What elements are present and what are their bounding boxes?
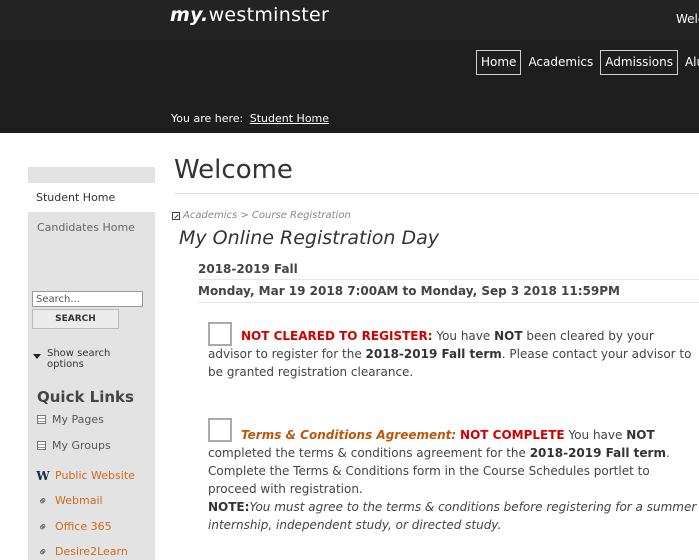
show-search-options-label: Show search options — [47, 348, 111, 370]
quick-link-label: Webmail — [55, 494, 103, 507]
quick-link-my-pages[interactable]: My Pages — [37, 413, 104, 426]
clearance-status-message: NOT CLEARED TO REGISTER: You have NOT be… — [208, 329, 692, 379]
portlet-title: My Online Registration Day — [179, 227, 439, 249]
triangle-down-icon — [33, 354, 41, 359]
page-icon — [37, 441, 46, 450]
nav-home[interactable]: Home — [476, 50, 522, 75]
external-link-icon — [172, 211, 180, 220]
search-button[interactable]: SEARCH — [32, 309, 119, 329]
quick-link-label: Public Website — [55, 469, 135, 482]
show-search-options[interactable]: Show search options — [33, 348, 143, 370]
term-label: 2018-2019 Fall — [198, 262, 298, 276]
site-logo[interactable]: my.westminster — [170, 4, 329, 26]
portlet-breadcrumb-text: Academics > Course Registration — [183, 210, 351, 221]
breadcrumb: You are here: Student Home — [171, 112, 329, 125]
header-top-band — [0, 0, 699, 40]
quick-link-public-website[interactable]: W Public Website — [36, 468, 135, 483]
nav-alumni[interactable]: Alumn — [680, 50, 699, 75]
quick-link-office-365[interactable]: ⚭ Office 365 — [34, 517, 112, 536]
divider — [198, 302, 699, 303]
quick-link-desire2learn[interactable]: ⚭ Desire2Learn — [34, 542, 128, 560]
link-icon: ⚭ — [34, 491, 52, 510]
title-divider — [174, 193, 699, 194]
quick-link-label: Desire2Learn — [55, 545, 128, 558]
w-icon: W — [36, 468, 50, 483]
breadcrumb-link-student-home[interactable]: Student Home — [250, 112, 329, 125]
welcome-user-text: Welc — [676, 12, 699, 26]
terms-status-message: Terms & Conditions Agreement: NOT COMPLE… — [208, 428, 670, 496]
quick-link-webmail[interactable]: ⚭ Webmail — [34, 491, 103, 510]
link-icon: ⚭ — [34, 517, 52, 536]
nav-admissions[interactable]: Admissions — [600, 50, 678, 75]
terms-note: NOTE:You must agree to the terms & condi… — [208, 500, 697, 532]
quick-link-label: My Groups — [52, 439, 111, 452]
main-nav: Home Academics Admissions Alumn — [476, 50, 699, 76]
quick-link-my-groups[interactable]: My Groups — [37, 439, 111, 452]
search-input[interactable] — [32, 291, 143, 307]
quick-link-label: Office 365 — [55, 520, 112, 533]
page-title: Welcome — [174, 155, 293, 185]
quick-links-title: Quick Links — [37, 388, 134, 406]
quick-link-label: My Pages — [52, 413, 104, 426]
sidebar-item-student-home[interactable]: Student Home — [22, 183, 156, 212]
page-icon — [37, 415, 46, 424]
nav-academics[interactable]: Academics — [523, 50, 598, 75]
registration-dates: Monday, Mar 19 2018 7:00AM to Monday, Se… — [198, 284, 620, 298]
link-icon: ⚭ — [34, 542, 52, 560]
sidebar-item-candidates-home[interactable]: Candidates Home — [37, 221, 135, 234]
divider — [198, 279, 699, 280]
portlet-breadcrumb[interactable]: Academics > Course Registration — [172, 210, 351, 221]
breadcrumb-label: You are here: — [171, 112, 244, 125]
